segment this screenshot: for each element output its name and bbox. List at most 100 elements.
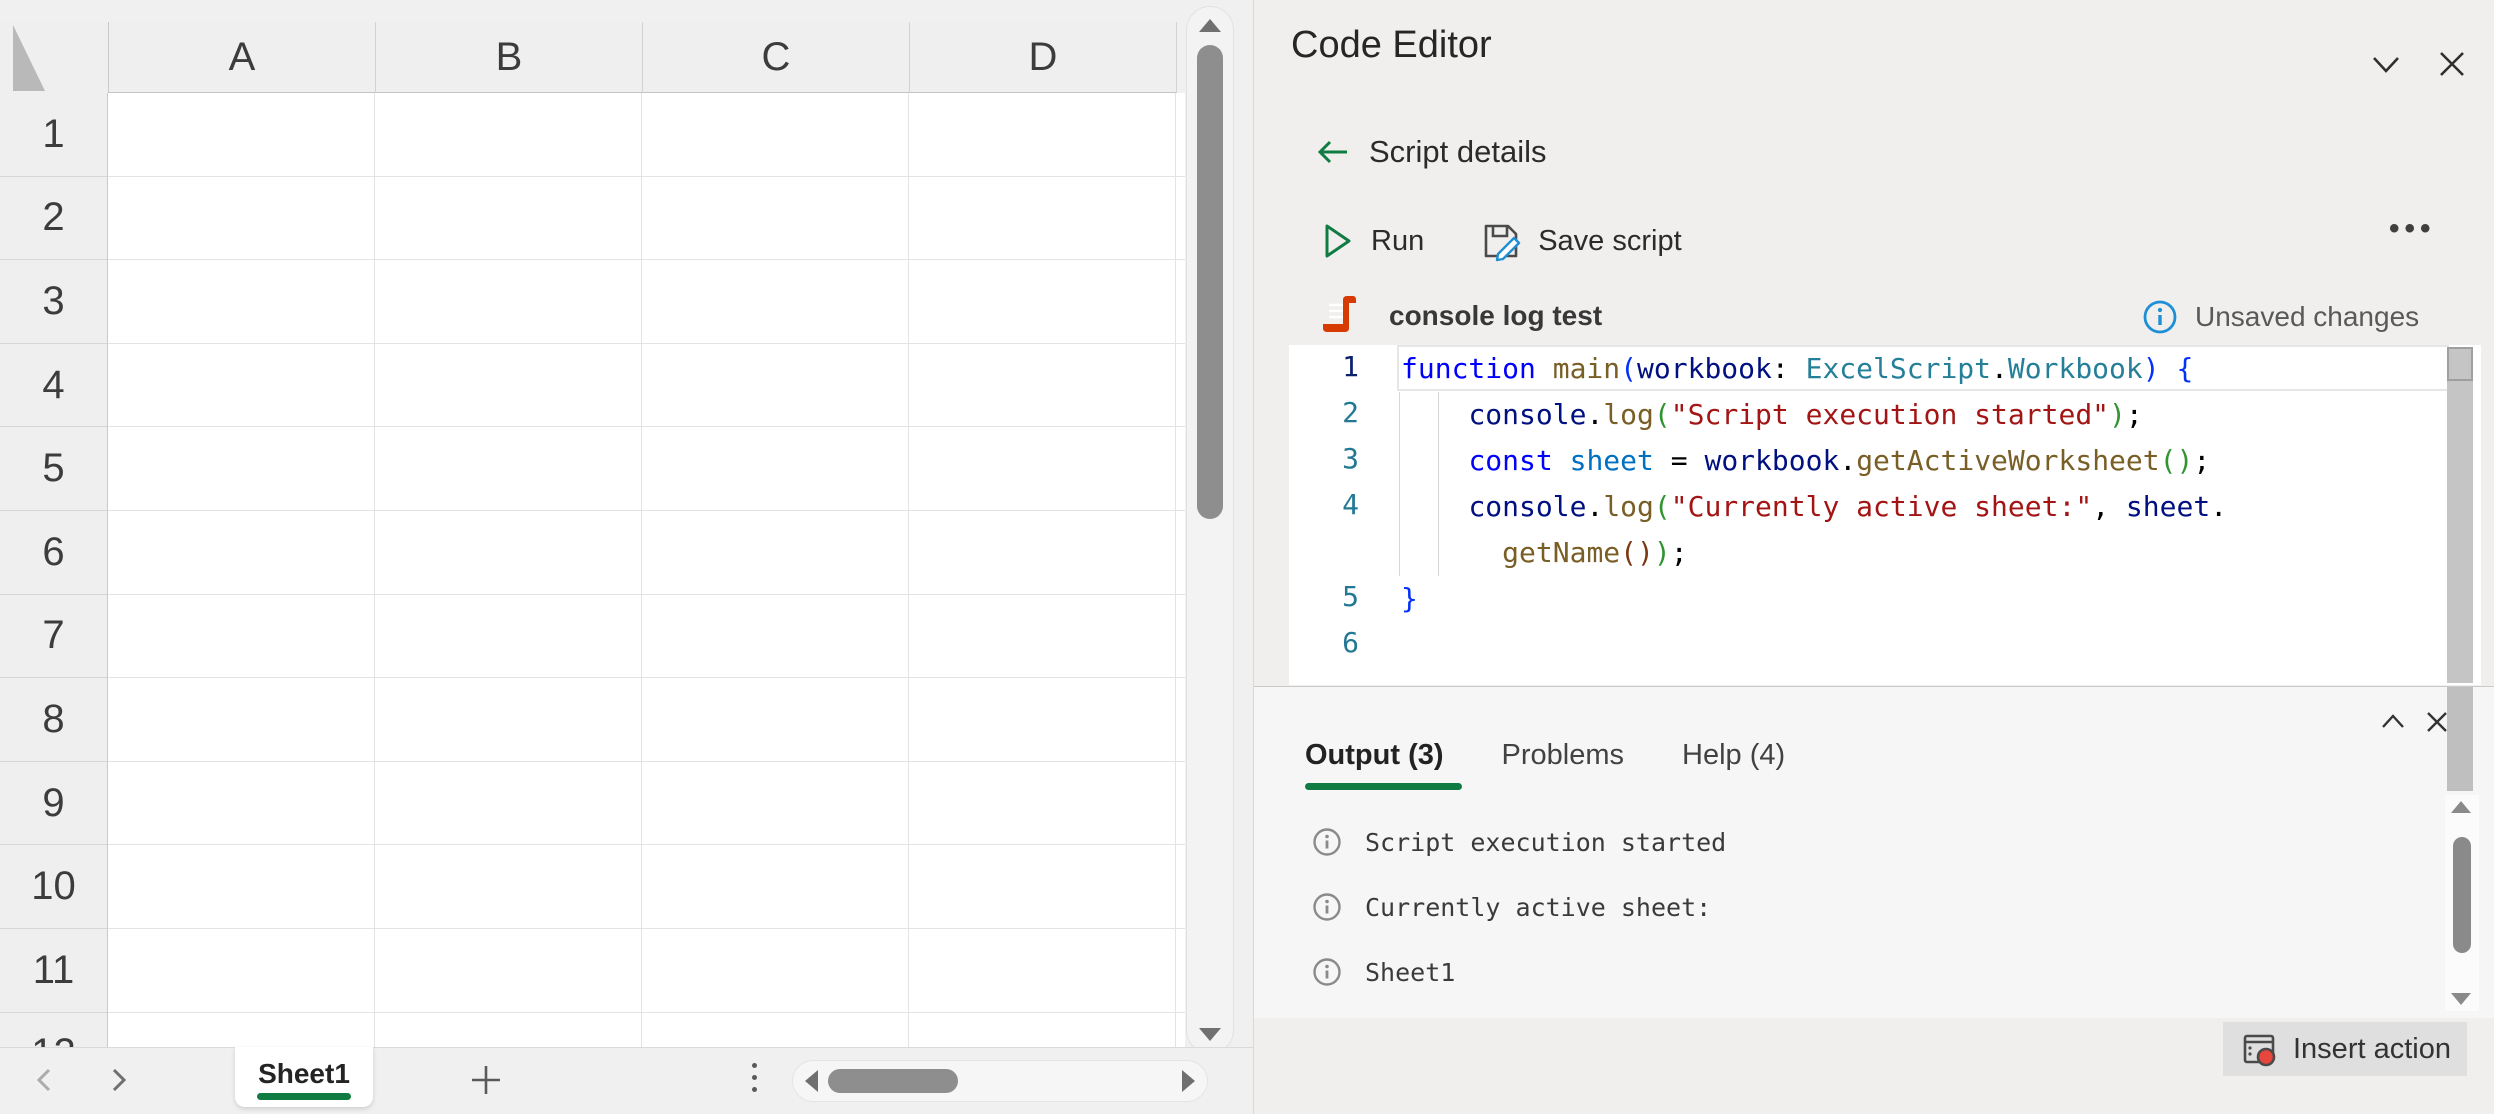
script-details-back[interactable]: Script details: [1313, 132, 1546, 172]
grid-cell-d11[interactable]: [909, 929, 1176, 1013]
grid-cell-a1[interactable]: [108, 93, 375, 177]
grid-cell-b6[interactable]: [375, 511, 642, 595]
grid-cell-c5[interactable]: [642, 427, 909, 511]
row-header-3[interactable]: 3: [0, 260, 108, 344]
grid-cell-d8[interactable]: [909, 678, 1176, 762]
scroll-down-icon[interactable]: [1199, 1028, 1221, 1041]
row-header-8[interactable]: 8: [0, 678, 108, 762]
code-line[interactable]: 5}: [1289, 575, 2481, 621]
code-text[interactable]: const sheet = workbook.getActiveWorkshee…: [1397, 437, 2449, 483]
grid-cell-a4[interactable]: [108, 344, 375, 428]
grid-cell-c10[interactable]: [642, 845, 909, 929]
grid-cell-a11[interactable]: [108, 929, 375, 1013]
code-line[interactable]: 3 const sheet = workbook.getActiveWorksh…: [1289, 437, 2481, 483]
code-line[interactable]: 6: [1289, 621, 2481, 667]
grid-cell-c6[interactable]: [642, 511, 909, 595]
grid-cell-b7[interactable]: [375, 595, 642, 679]
code-text[interactable]: console.log("Currently active sheet:", s…: [1397, 483, 2449, 529]
grid-cell-a10[interactable]: [108, 845, 375, 929]
code-line[interactable]: 1function main(workbook: ExcelScript.Wor…: [1289, 345, 2481, 391]
grid-cell-c1[interactable]: [642, 93, 909, 177]
grid-cell-a9[interactable]: [108, 762, 375, 846]
grid-cell-d6[interactable]: [909, 511, 1176, 595]
grid-hscroll-thumb[interactable]: [828, 1069, 958, 1093]
grid-horizontal-scrollbar[interactable]: [792, 1060, 1208, 1102]
grid-cell-d9[interactable]: [909, 762, 1176, 846]
code-editor[interactable]: 1function main(workbook: ExcelScript.Wor…: [1289, 345, 2481, 685]
column-header-a[interactable]: A: [109, 22, 376, 93]
run-button[interactable]: Run: [1371, 225, 1424, 258]
grid-cell-a2[interactable]: [108, 177, 375, 261]
sheet-tab-sheet1[interactable]: Sheet1: [235, 1047, 373, 1107]
row-header-12[interactable]: 12: [0, 1013, 108, 1047]
code-text[interactable]: getName());: [1397, 529, 2449, 575]
grid-cell-b2[interactable]: [375, 177, 642, 261]
grid-cell-d12[interactable]: [909, 1013, 1176, 1047]
insert-action-button[interactable]: Insert action: [2223, 1022, 2467, 1076]
row-header-1[interactable]: 1: [0, 93, 108, 177]
scroll-right-icon[interactable]: [1182, 1070, 1195, 1092]
code-text[interactable]: function main(workbook: ExcelScript.Work…: [1397, 345, 2449, 391]
add-sheet-icon[interactable]: [466, 1060, 506, 1100]
grid-cell-b10[interactable]: [375, 845, 642, 929]
grid-cell-c11[interactable]: [642, 929, 909, 1013]
row-header-7[interactable]: 7: [0, 595, 108, 679]
grid-cell-c12[interactable]: [642, 1013, 909, 1047]
column-header-d[interactable]: D: [910, 22, 1177, 93]
row-header-6[interactable]: 6: [0, 511, 108, 595]
grid-cell-b9[interactable]: [375, 762, 642, 846]
grid-cell-c7[interactable]: [642, 595, 909, 679]
row-header-4[interactable]: 4: [0, 344, 108, 428]
grid-cell-c3[interactable]: [642, 260, 909, 344]
grid-cell-d3[interactable]: [909, 260, 1176, 344]
grid-cell-c4[interactable]: [642, 344, 909, 428]
close-output-icon[interactable]: [2420, 705, 2454, 739]
grid-vertical-scrollbar[interactable]: [1186, 6, 1234, 1054]
prev-sheet-icon[interactable]: [30, 1062, 60, 1098]
grid-cell-a8[interactable]: [108, 678, 375, 762]
code-line[interactable]: getName());: [1289, 529, 2481, 575]
column-header-c[interactable]: C: [643, 22, 910, 93]
select-all-corner[interactable]: [0, 22, 109, 94]
grid-cell-a12[interactable]: [108, 1013, 375, 1047]
output-scroll-thumb[interactable]: [2453, 837, 2471, 953]
chevron-down-icon[interactable]: [2366, 44, 2406, 84]
scroll-up-icon[interactable]: [1199, 19, 1221, 32]
grid-cell-a5[interactable]: [108, 427, 375, 511]
grid-vscroll-thumb[interactable]: [1197, 45, 1223, 519]
sheet-menu-icon[interactable]: [752, 1063, 757, 1092]
editor-scrollbar[interactable]: [2447, 347, 2473, 683]
grid-cell-b4[interactable]: [375, 344, 642, 428]
code-text[interactable]: console.log("Script execution started");: [1397, 391, 2449, 437]
grid-cell-c2[interactable]: [642, 177, 909, 261]
output-tab-help[interactable]: Help (4): [1682, 739, 1785, 772]
grid-cell-c8[interactable]: [642, 678, 909, 762]
output-tab-problems[interactable]: Problems: [1502, 739, 1625, 772]
grid-cell-d2[interactable]: [909, 177, 1176, 261]
next-sheet-icon[interactable]: [103, 1062, 133, 1098]
close-panel-icon[interactable]: [2432, 44, 2472, 84]
grid-cell-a7[interactable]: [108, 595, 375, 679]
scroll-left-icon[interactable]: [805, 1070, 818, 1092]
grid-cell-d4[interactable]: [909, 344, 1176, 428]
collapse-output-icon[interactable]: [2376, 705, 2410, 739]
output-tab-output[interactable]: Output (3): [1305, 739, 1444, 772]
column-header-b[interactable]: B: [376, 22, 643, 93]
row-header-5[interactable]: 5: [0, 427, 108, 511]
output-scroll-up-icon[interactable]: [2451, 801, 2471, 813]
output-scroll-down-icon[interactable]: [2451, 993, 2471, 1005]
grid-cell-a3[interactable]: [108, 260, 375, 344]
code-text[interactable]: [1397, 621, 2449, 667]
row-header-10[interactable]: 10: [0, 845, 108, 929]
grid-cell-c9[interactable]: [642, 762, 909, 846]
code-line[interactable]: 2 console.log("Script execution started"…: [1289, 391, 2481, 437]
grid-cell-b3[interactable]: [375, 260, 642, 344]
grid-cell-d10[interactable]: [909, 845, 1176, 929]
grid-cell-b1[interactable]: [375, 93, 642, 177]
grid-cell-d1[interactable]: [909, 93, 1176, 177]
save-script-button[interactable]: Save script: [1538, 225, 1681, 258]
code-text[interactable]: }: [1397, 575, 2449, 621]
grid-cell-d5[interactable]: [909, 427, 1176, 511]
more-options-button[interactable]: •••: [2389, 212, 2436, 246]
grid-cell-b11[interactable]: [375, 929, 642, 1013]
